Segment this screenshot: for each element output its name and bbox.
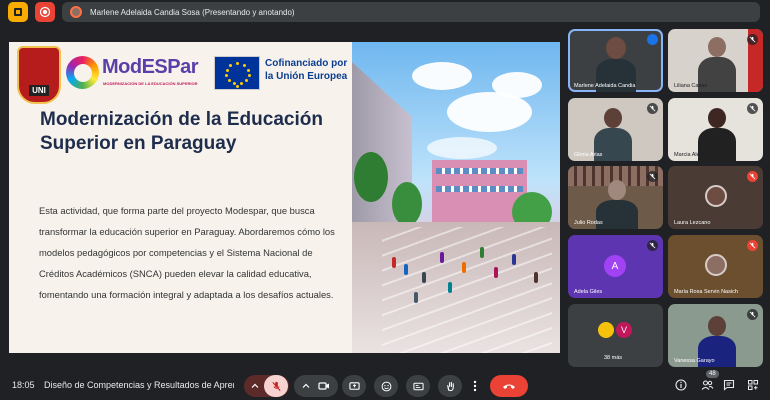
chat-button[interactable] — [722, 378, 736, 392]
avatar: V — [614, 320, 634, 340]
shared-presentation: UNI ModESPar MODERNIZACIÓN DE LA EDUCACI… — [9, 42, 560, 353]
participant-tile[interactable]: A Adela Giles — [568, 235, 663, 298]
brand-tagline: MODERNIZACIÓN DE LA EDUCACIÓN SUPERIOR — [103, 81, 198, 86]
participant-tile[interactable]: Marcia Alejandra Geona — [668, 98, 763, 161]
mic-off-icon — [747, 309, 758, 320]
participant-tile[interactable]: Julio Rodas — [568, 166, 663, 229]
chevron-up-icon — [251, 383, 259, 388]
mic-off-icon — [647, 103, 658, 114]
brand-name: ModESPar — [102, 56, 199, 78]
raise-hand-button[interactable] — [438, 375, 462, 397]
activities-button[interactable] — [746, 378, 760, 392]
recording-button[interactable] — [35, 2, 55, 22]
participant-count-badge: 48 — [706, 370, 719, 378]
mic-toggle-button[interactable] — [264, 375, 288, 397]
eu-cofinancing-text: Cofinanciado por la Unión Europea — [265, 58, 348, 82]
slide-text-panel: UNI ModESPar MODERNIZACIÓN DE LA EDUCACI… — [9, 42, 352, 353]
avatar — [705, 254, 727, 276]
avatar: A — [604, 255, 626, 277]
hand-raise-notice-button[interactable] — [8, 2, 28, 22]
participant-tile[interactable]: Vanessa Garayo — [668, 304, 763, 367]
more-participants-tile[interactable]: V 38 más — [568, 304, 663, 367]
meeting-info-button[interactable] — [674, 378, 688, 392]
people-icon — [701, 380, 713, 390]
mic-off-icon — [747, 240, 758, 251]
avatar — [596, 320, 616, 340]
top-bar: Marlene Adelaida Candia Sosa (Presentand… — [0, 0, 770, 24]
record-icon — [39, 6, 51, 18]
eu-flag-icon — [214, 56, 260, 90]
chat-icon — [723, 379, 735, 391]
people-button[interactable] — [700, 378, 714, 392]
camera-control-group[interactable] — [294, 375, 338, 397]
more-vert-icon — [473, 380, 477, 392]
slide-title: Modernización de la Educación Superior e… — [40, 109, 323, 154]
apps-icon — [748, 380, 758, 390]
present-icon — [348, 381, 360, 390]
presenter-banner: Marlene Adelaida Candia Sosa (Presentand… — [62, 2, 760, 22]
modespar-logo — [66, 56, 99, 89]
avatar — [705, 185, 727, 207]
info-icon — [675, 379, 687, 391]
mic-off-icon — [647, 240, 658, 251]
participant-tile[interactable]: Laura Lezcano — [668, 166, 763, 229]
clock: 18:05 — [12, 380, 35, 390]
mic-off-icon — [747, 34, 758, 45]
chevron-up-icon — [302, 383, 310, 388]
emoji-icon — [381, 381, 391, 391]
bottom-toolbar: 18:05 Diseño de Competencias y Resultado… — [0, 372, 770, 400]
mic-off-icon — [647, 171, 658, 182]
mic-options-button[interactable] — [246, 375, 264, 397]
participant-tile[interactable]: Liliana Casas — [668, 29, 763, 92]
participant-tile[interactable]: María Rosa Servin Nasich — [668, 235, 763, 298]
participant-tile[interactable]: Marlene Adelaida Candia — [568, 29, 663, 92]
notification-icon — [14, 8, 22, 16]
uni-logo: UNI — [17, 46, 61, 104]
present-screen-button[interactable] — [342, 375, 366, 397]
camera-icon — [318, 382, 329, 390]
captions-button[interactable] — [406, 375, 430, 397]
captions-icon — [412, 382, 424, 390]
mic-off-icon — [747, 171, 758, 182]
participant-tile[interactable]: Gloria Arias — [568, 98, 663, 161]
meeting-title: Diseño de Competencias y Resultados de A… — [44, 380, 234, 390]
campus-image — [352, 42, 560, 353]
hand-icon — [446, 381, 454, 391]
end-call-button[interactable] — [490, 375, 528, 397]
presenter-label: Marlene Adelaida Candia Sosa (Presentand… — [90, 7, 295, 17]
slide-body: Esta actividad, que forma parte del proy… — [39, 205, 335, 300]
presenter-avatar — [70, 6, 82, 18]
more-options-button[interactable] — [468, 375, 482, 397]
speaking-indicator-icon — [647, 34, 658, 45]
reactions-button[interactable] — [374, 375, 398, 397]
mic-off-icon — [747, 103, 758, 114]
phone-hangup-icon — [503, 384, 515, 389]
mic-off-icon — [271, 381, 281, 391]
